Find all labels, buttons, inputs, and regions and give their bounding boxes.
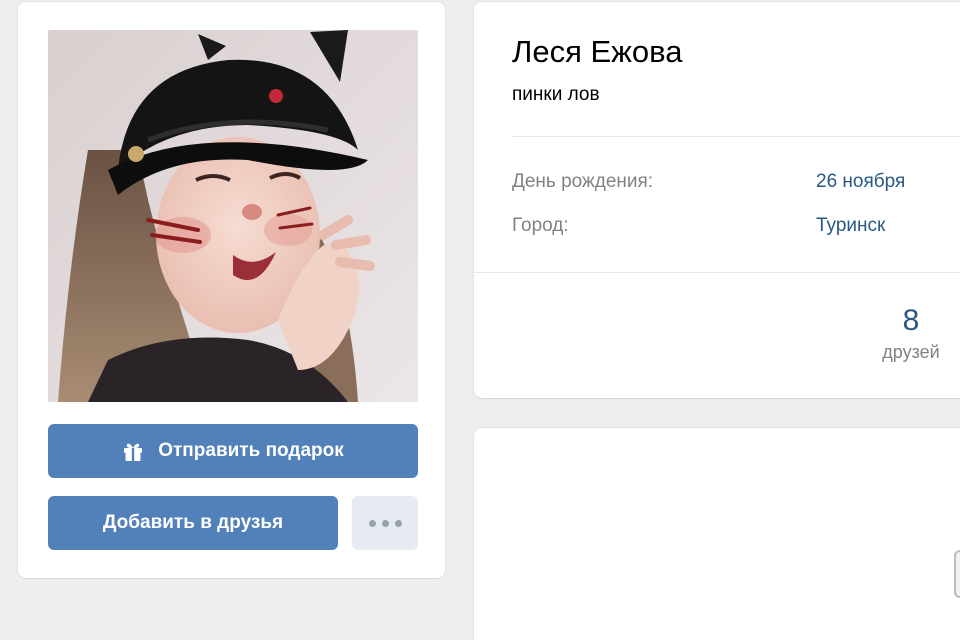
more-actions-button[interactable]	[352, 496, 418, 550]
profile-page: Отправить подарок Добавить в друзья Леся…	[0, 0, 960, 640]
friends-label: друзей	[882, 342, 940, 362]
profile-photo-card: Отправить подарок Добавить в друзья	[18, 2, 445, 578]
city-label: Город:	[512, 215, 569, 236]
add-friend-button[interactable]: Добавить в друзья	[48, 496, 338, 550]
profile-status: пинки лов	[512, 84, 600, 105]
send-gift-label: Отправить подарок	[158, 440, 344, 461]
friends-count: 8	[902, 304, 920, 337]
content-card	[474, 428, 960, 640]
birthday-label: День рождения:	[512, 171, 654, 192]
avatar-photo	[48, 30, 418, 402]
profile-name: Леся Ежова	[512, 34, 683, 69]
birthday-value[interactable]: 26 ноября	[816, 171, 905, 193]
friends-counter[interactable]: 8 друзей	[866, 304, 956, 363]
info-divider	[512, 136, 960, 137]
gift-icon	[124, 443, 143, 461]
send-gift-button[interactable]: Отправить подарок	[48, 424, 418, 478]
city-value[interactable]: Туринск	[816, 215, 885, 237]
more-dots-icon	[368, 519, 402, 527]
profile-info-card: Леся Ежова пинки лов День рождения: 26 н…	[474, 2, 960, 398]
profile-avatar[interactable]	[48, 30, 418, 402]
add-friend-label: Добавить в друзья	[102, 512, 284, 533]
counters-divider	[474, 272, 960, 273]
scroll-handle[interactable]	[954, 550, 960, 598]
